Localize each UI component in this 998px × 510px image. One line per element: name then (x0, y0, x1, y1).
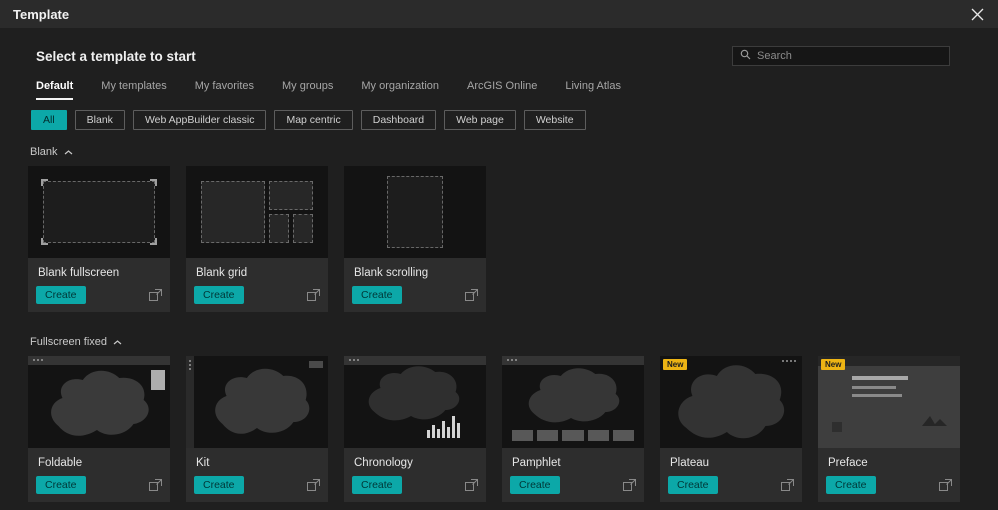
preview-icon[interactable] (939, 479, 952, 491)
thumbnail-kit[interactable] (186, 356, 328, 448)
create-button[interactable]: Create (510, 476, 560, 494)
blank-card-row: Blank fullscreen Create Blank grid Creat… (28, 166, 970, 312)
new-badge: New (821, 359, 846, 370)
thumbnail-blank-fullscreen[interactable] (28, 166, 170, 258)
section-blank-header[interactable]: Blank (30, 146, 970, 158)
tab-default[interactable]: Default (36, 80, 74, 100)
tab-bar: Default My templates My favorites My gro… (36, 80, 970, 100)
filter-website[interactable]: Website (523, 110, 586, 130)
tab-my-organization[interactable]: My organization (361, 80, 439, 100)
section-title: Fullscreen fixed (30, 336, 108, 348)
create-button[interactable]: Create (826, 476, 876, 494)
card-foldable: Foldable Create (28, 356, 170, 502)
create-button[interactable]: Create (36, 476, 86, 494)
template-title: Blank scrolling (354, 267, 429, 279)
create-button[interactable]: Create (194, 286, 244, 304)
tab-my-groups[interactable]: My groups (282, 80, 333, 100)
card-blank-fullscreen: Blank fullscreen Create (28, 166, 170, 312)
template-dialog: Template Select a template to start Defa… (0, 0, 998, 510)
preview-icon[interactable] (307, 479, 320, 491)
preview-icon[interactable] (149, 479, 162, 491)
template-title: Plateau (670, 457, 710, 469)
card-pamphlet: Pamphlet Create (502, 356, 644, 502)
card-blank-scrolling: Blank scrolling Create (344, 166, 486, 312)
filter-web-page[interactable]: Web page (444, 110, 516, 130)
search-icon (740, 47, 751, 65)
thumbnail-blank-grid[interactable] (186, 166, 328, 258)
preview-icon[interactable] (623, 479, 636, 491)
new-badge: New (663, 359, 688, 370)
card-kit: Kit Create (186, 356, 328, 502)
tab-my-templates[interactable]: My templates (101, 80, 166, 100)
thumbnail-preface[interactable]: New (818, 356, 960, 448)
create-button[interactable]: Create (194, 476, 244, 494)
template-title: Pamphlet (512, 457, 561, 469)
thumbnail-pamphlet[interactable] (502, 356, 644, 448)
filter-all[interactable]: All (31, 110, 67, 130)
card-preface: New Preface Create (818, 356, 960, 502)
preview-icon[interactable] (465, 289, 478, 301)
chevron-up-icon (113, 336, 122, 348)
tab-living-atlas[interactable]: Living Atlas (565, 80, 621, 100)
preview-icon[interactable] (781, 479, 794, 491)
dialog-header: Template (0, 0, 998, 28)
preview-icon[interactable] (465, 479, 478, 491)
page-title: Select a template to start (36, 48, 196, 64)
dialog-title: Template (13, 6, 70, 22)
filter-dashboard[interactable]: Dashboard (360, 110, 437, 130)
template-title: Kit (196, 457, 210, 469)
create-button[interactable]: Create (352, 476, 402, 494)
thumbnail-chronology[interactable] (344, 356, 486, 448)
filter-bar: All Blank Web AppBuilder classic Map cen… (31, 110, 970, 130)
dialog-content: Select a template to start Default My te… (0, 44, 998, 502)
card-blank-grid: Blank grid Create (186, 166, 328, 312)
template-title: Foldable (38, 457, 83, 469)
filter-web-appbuilder-classic[interactable]: Web AppBuilder classic (132, 110, 267, 130)
preview-icon[interactable] (307, 289, 320, 301)
create-button[interactable]: Create (352, 286, 402, 304)
template-title: Blank fullscreen (38, 267, 120, 279)
fullscreen-fixed-card-row: Foldable Create Kit Create Chronology Cr… (28, 356, 970, 502)
tab-arcgis-online[interactable]: ArcGIS Online (467, 80, 537, 100)
create-button[interactable]: Create (668, 476, 718, 494)
section-fullscreen-fixed-header[interactable]: Fullscreen fixed (30, 336, 970, 348)
create-button[interactable]: Create (36, 286, 86, 304)
chevron-up-icon (64, 146, 73, 158)
top-row: Select a template to start (28, 44, 970, 68)
thumbnail-blank-scrolling[interactable] (344, 166, 486, 258)
search-box[interactable] (732, 46, 950, 66)
filter-blank[interactable]: Blank (74, 110, 125, 130)
search-input[interactable] (757, 50, 942, 62)
filter-map-centric[interactable]: Map centric (274, 110, 353, 130)
mountain-image-icon (920, 412, 948, 432)
close-icon[interactable] (969, 6, 985, 22)
template-title: Blank grid (196, 267, 248, 279)
preview-icon[interactable] (149, 289, 162, 301)
thumbnail-plateau[interactable]: New (660, 356, 802, 448)
template-title: Chronology (354, 457, 413, 469)
thumbnail-foldable[interactable] (28, 356, 170, 448)
template-title: Preface (828, 457, 868, 469)
card-chronology: Chronology Create (344, 356, 486, 502)
tab-my-favorites[interactable]: My favorites (195, 80, 254, 100)
section-title: Blank (30, 146, 58, 158)
card-plateau: New Plateau Create (660, 356, 802, 502)
